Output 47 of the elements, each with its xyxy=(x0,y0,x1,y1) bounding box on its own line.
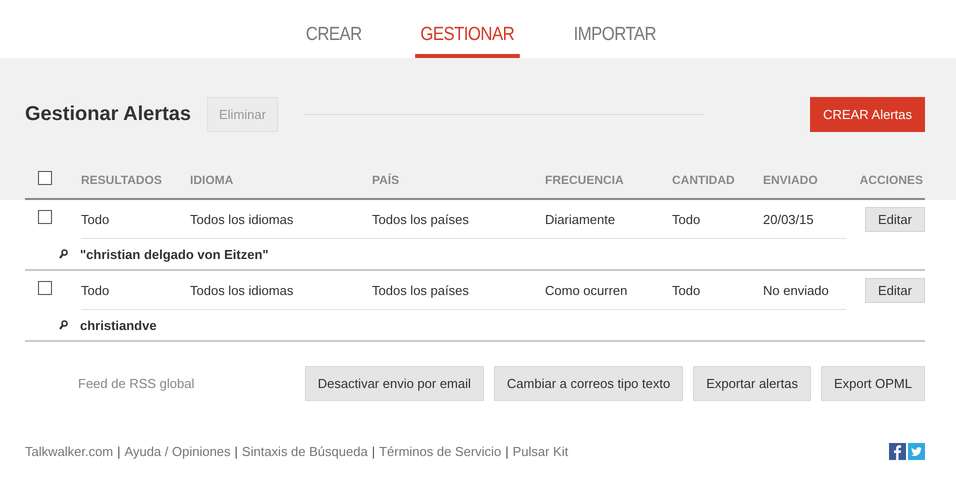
table-cell-text: 20/03/15 xyxy=(763,212,815,226)
facebook-icon[interactable] xyxy=(889,443,906,460)
table-cell-text: Todos los idiomas xyxy=(190,212,294,226)
table-cell-text: Todo xyxy=(81,212,110,226)
link-separator: | xyxy=(234,444,238,459)
table-cell-text: Todo xyxy=(672,212,702,226)
footer-link[interactable]: Talkwalker.com xyxy=(25,444,114,459)
alert-query: christiandve xyxy=(80,318,157,332)
column-header: ACCIONES xyxy=(858,173,924,187)
footer-link[interactable]: Sintaxis de Búsqueda xyxy=(242,444,368,459)
column-header: ENVIADO xyxy=(763,173,819,187)
rss-feed-link[interactable]: Feed de RSS global xyxy=(78,376,194,391)
search-icon xyxy=(59,249,68,259)
link-separator: | xyxy=(117,444,121,459)
table-cell-text: Todos los idiomas xyxy=(190,282,294,298)
action-button[interactable]: Desactivar envio por email xyxy=(304,366,484,401)
row-checkbox[interactable] xyxy=(38,210,52,224)
footer-link[interactable]: Términos de Servicio xyxy=(379,444,502,459)
nav-tab[interactable]: CREAR xyxy=(300,0,368,58)
row-checkbox[interactable] xyxy=(38,280,52,294)
create-alerts-button[interactable]: CREAR Alertas xyxy=(810,97,925,132)
table-cell-text: Todo xyxy=(81,282,110,298)
table-cell-text: Diariamente xyxy=(545,212,616,226)
column-header: RESULTADOS xyxy=(81,173,163,187)
search-icon xyxy=(59,320,68,330)
edit-button[interactable]: Editar xyxy=(865,206,925,232)
column-header: PAÍS xyxy=(372,173,400,187)
table-cell-text: Todo xyxy=(672,282,702,298)
edit-button[interactable]: Editar xyxy=(865,278,925,302)
footer-link[interactable]: Ayuda / Opiniones xyxy=(124,444,231,459)
page-title: Gestionar Alertas xyxy=(25,103,191,126)
action-button[interactable]: Exportar alertas xyxy=(693,366,811,401)
table-cell-text: Todos los países xyxy=(372,212,470,226)
column-header: CANTIDAD xyxy=(672,173,736,187)
column-header: FRECUENCIA xyxy=(545,173,625,187)
column-header: IDIOMA xyxy=(190,173,234,187)
alert-query: "christian delgado von Eitzen" xyxy=(80,246,269,262)
select-all-checkbox[interactable] xyxy=(38,170,52,184)
link-separator: | xyxy=(505,444,509,459)
action-button[interactable]: Export OPML xyxy=(820,366,925,401)
table-cell-text: Todos los países xyxy=(372,282,470,298)
table-cell-text: Como ocurren xyxy=(545,282,628,298)
footer-link[interactable]: Pulsar Kit xyxy=(512,444,568,459)
action-button[interactable]: Cambiar a correos tipo texto xyxy=(494,366,684,401)
nav-tab[interactable]: IMPORTAR xyxy=(568,0,662,58)
link-separator: | xyxy=(372,444,376,459)
table-cell-text: No enviado xyxy=(763,282,830,298)
